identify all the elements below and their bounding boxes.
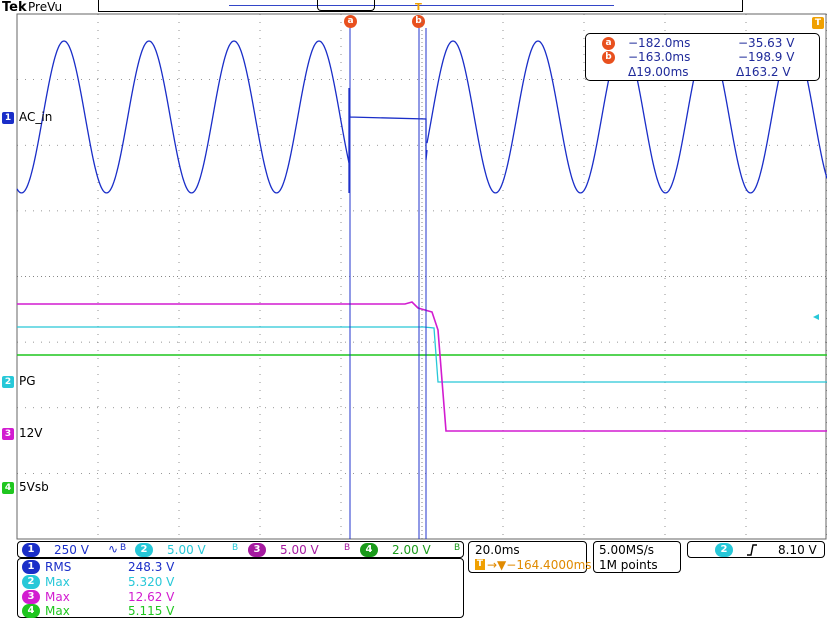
ch4-scale[interactable]: 2.00 V bbox=[392, 543, 431, 557]
measurement-ch4-chip: 4 bbox=[22, 604, 40, 618]
ch2-label: PG bbox=[19, 374, 36, 388]
measurement-ch3-chip: 3 bbox=[22, 590, 40, 604]
waveform-display[interactable] bbox=[0, 0, 827, 620]
cursor-a-time: −182.0ms bbox=[628, 36, 691, 50]
measurement-value: 248.3 V bbox=[128, 560, 175, 574]
ch3-ground-marker[interactable]: 3 bbox=[2, 428, 14, 440]
graticule bbox=[16, 13, 827, 540]
ch3-scale[interactable]: 5.00 V bbox=[280, 543, 319, 557]
ch3-bw-icon: B bbox=[344, 543, 351, 553]
measurement-type: Max bbox=[45, 604, 70, 618]
ch2-trigger-arrow bbox=[813, 314, 819, 320]
measurements-panel[interactable]: 1 RMS 248.3 V 2 Max 5.320 V 3 Max 12.62 V 4 Max 5.1… bbox=[17, 558, 464, 618]
measurement-value: 5.320 V bbox=[128, 575, 175, 589]
acquisition-panel[interactable]: 5.00MS/s 1M points bbox=[593, 541, 681, 573]
cursor-a-value: −35.63 V bbox=[738, 36, 795, 50]
channel-scale-strip[interactable]: 1 250 V ∿ B 2 5.00 V B 3 5.00 V B 4 2.00… bbox=[17, 541, 464, 558]
timebase-panel[interactable]: 20.0ms T →▼−164.4000ms bbox=[468, 541, 592, 573]
measurement-value: 5.115 V bbox=[128, 604, 175, 618]
cursor-delta-value: Δ163.2 V bbox=[736, 65, 791, 79]
ch2-ground-marker[interactable]: 2 bbox=[2, 376, 14, 388]
ch1-coupling-icon: ∿ bbox=[108, 542, 119, 556]
ch1-trace-dropout bbox=[348, 87, 428, 193]
ch1-scale[interactable]: 250 V bbox=[54, 543, 89, 557]
ch4-ground-marker[interactable]: 4 bbox=[2, 482, 14, 494]
sample-rate: 5.00MS/s bbox=[599, 543, 654, 557]
ch4-scale-chip[interactable]: 4 bbox=[360, 543, 378, 557]
trigger-source-chip[interactable]: 2 bbox=[715, 543, 733, 557]
cursor-lines bbox=[349, 28, 819, 539]
measurement-type: RMS bbox=[45, 560, 72, 574]
cursor-b-time: −163.0ms bbox=[628, 50, 691, 64]
record-length: 1M points bbox=[599, 558, 658, 572]
ch2-scale[interactable]: 5.00 V bbox=[167, 543, 206, 557]
cursor-delta-time: Δ19.00ms bbox=[628, 65, 689, 79]
ch4-bw-icon: B bbox=[454, 543, 461, 553]
traces bbox=[16, 40, 827, 432]
timebase-scale[interactable]: 20.0ms bbox=[475, 543, 520, 557]
ch1-ground-marker[interactable]: 1 bbox=[2, 112, 14, 124]
measurement-ch1-chip: 1 bbox=[22, 560, 40, 574]
ch1-label: AC_in bbox=[19, 110, 53, 124]
trigger-panel[interactable]: 2 8.10 V bbox=[687, 541, 825, 558]
measurement-value: 12.62 V bbox=[128, 590, 175, 604]
ch2-scale-chip[interactable]: 2 bbox=[135, 543, 153, 557]
ch1-bw-icon: B bbox=[120, 543, 127, 553]
trigger-level[interactable]: 8.10 V bbox=[778, 543, 817, 557]
ch4-label: 5Vsb bbox=[19, 480, 49, 494]
measurement-ch2-chip: 2 bbox=[22, 575, 40, 589]
rising-edge-icon bbox=[747, 544, 757, 556]
ch1-scale-chip[interactable]: 1 bbox=[22, 543, 40, 557]
ch3-label: 12V bbox=[19, 426, 43, 440]
ch3-scale-chip[interactable]: 3 bbox=[248, 543, 266, 557]
horizontal-position[interactable]: →▼−164.4000ms bbox=[487, 558, 592, 572]
cursor-a-icon: a bbox=[602, 37, 615, 50]
cursor-readout[interactable]: a −182.0ms −35.63 V b −163.0ms −198.9 V … bbox=[585, 33, 820, 81]
cursor-b-icon: b bbox=[602, 51, 615, 64]
ch2-bw-icon: B bbox=[232, 543, 239, 553]
trigger-position-icon: T bbox=[475, 559, 485, 570]
cursor-b-value: −198.9 V bbox=[738, 50, 795, 64]
measurement-type: Max bbox=[45, 590, 70, 604]
ch1-trace-pre bbox=[16, 40, 350, 194]
measurement-type: Max bbox=[45, 575, 70, 589]
